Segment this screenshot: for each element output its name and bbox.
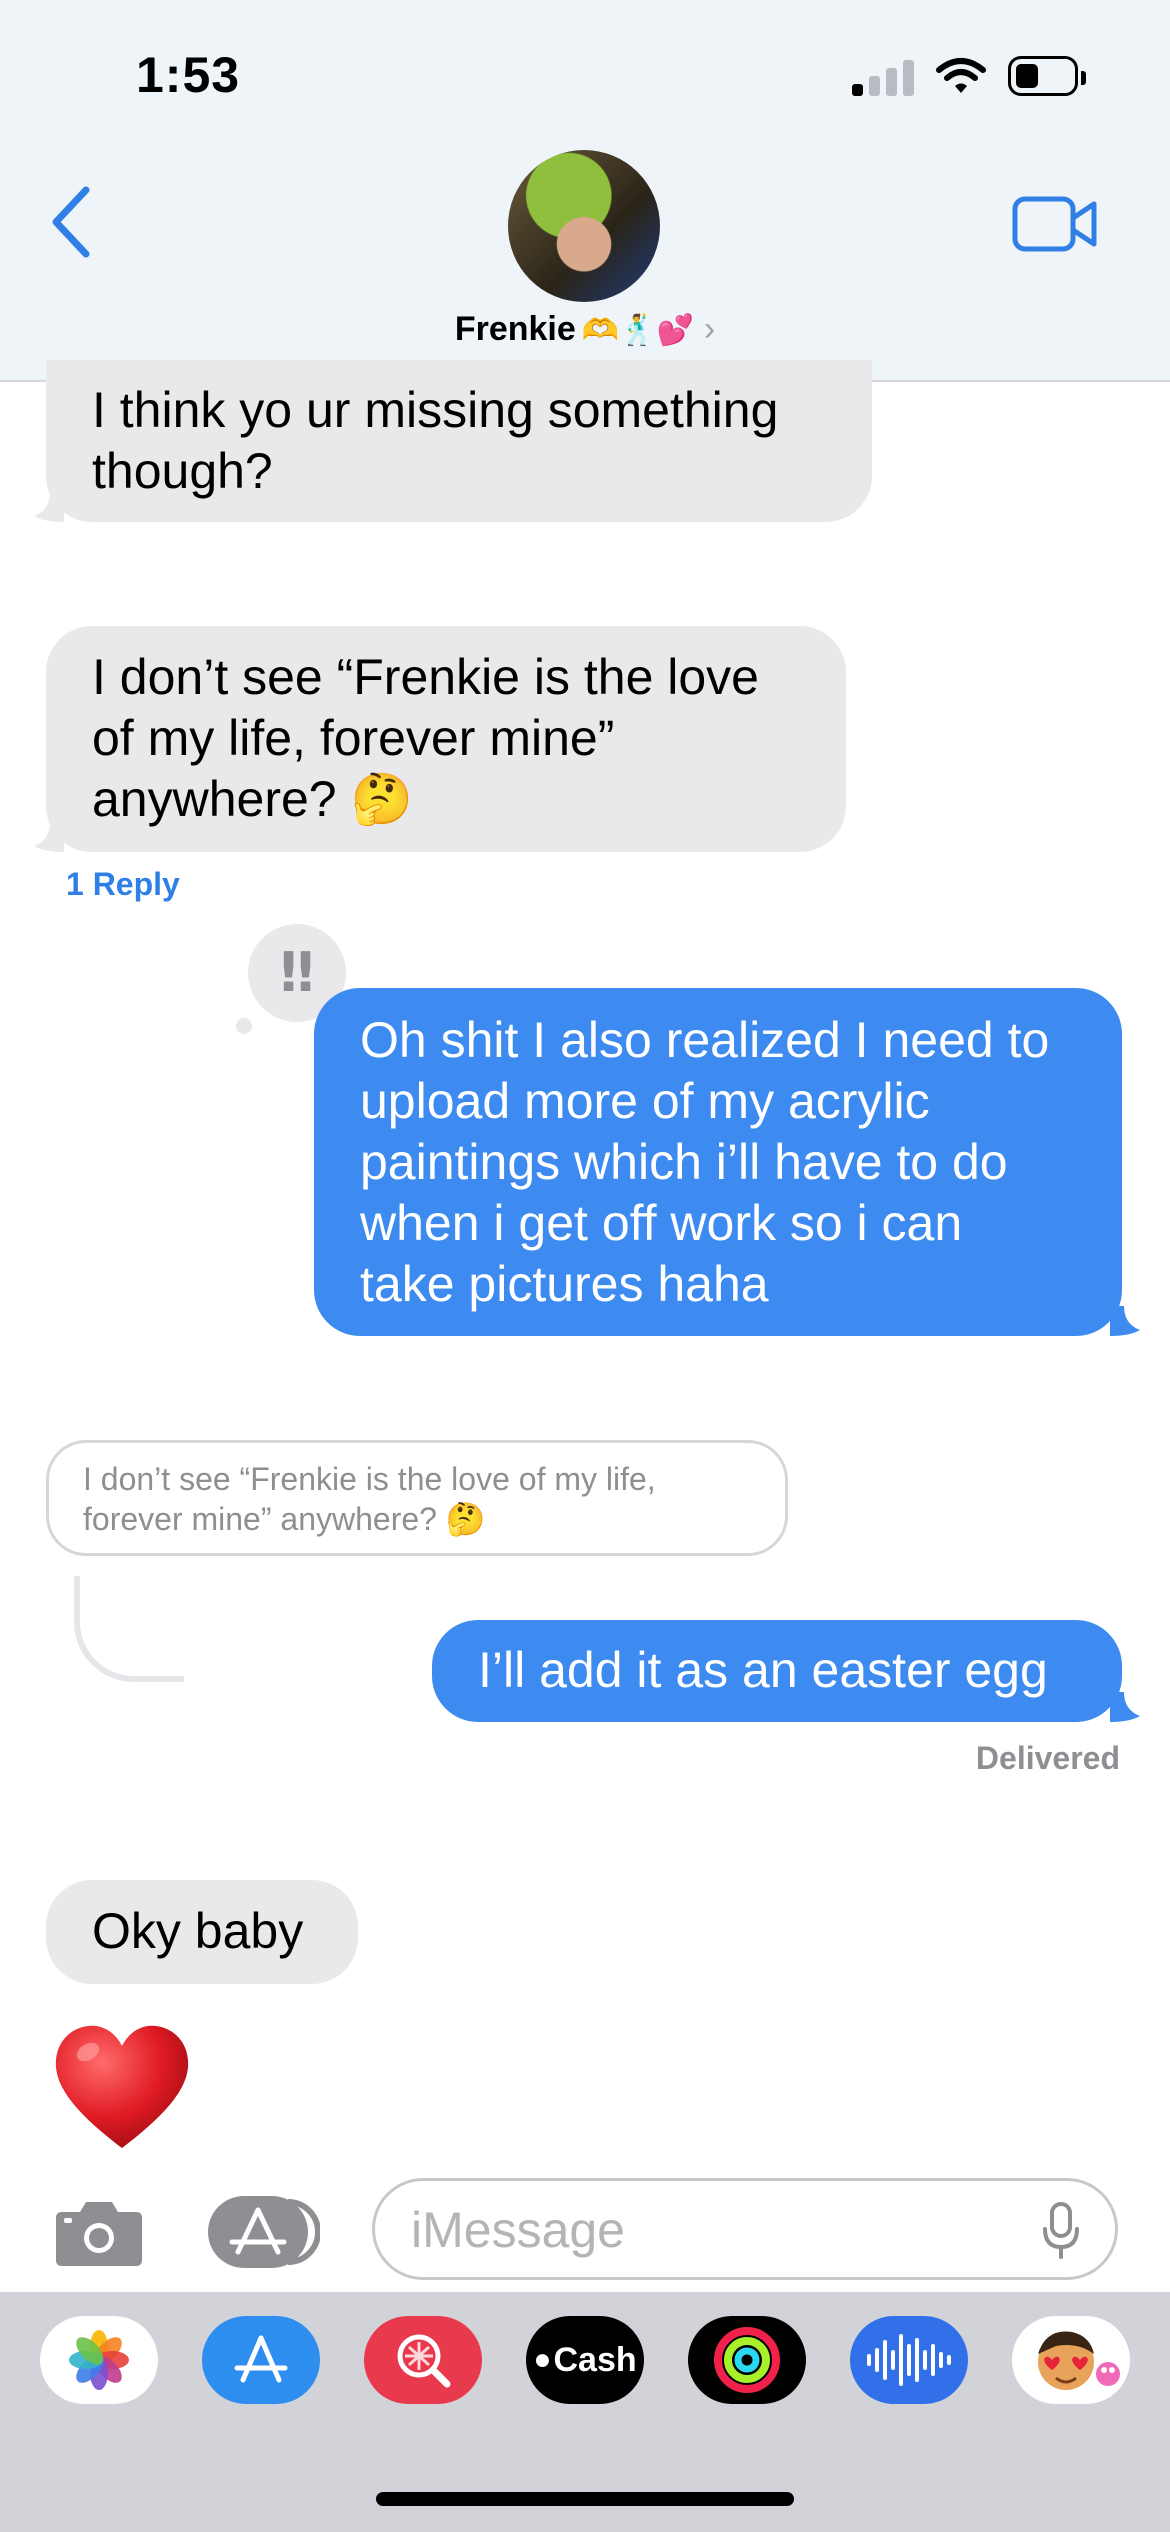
delivery-status: Delivered (975, 1740, 1120, 1776)
message-bubble-received[interactable]: Oky baby (46, 1880, 358, 1984)
message-bubble-received[interactable]: I don’t see “Frenkie is the love of my l… (46, 626, 846, 852)
wifi-icon (936, 58, 986, 93)
contact-name-emojis: 🫶🕺💕 (581, 314, 694, 347)
reply-thread-connector (74, 1576, 184, 1682)
message-text-line: take pictures haha (360, 1256, 769, 1312)
message-text-line: upload more of my acrylic (360, 1073, 930, 1129)
quoted-text-line: forever mine” anywhere? 🤔 (83, 1501, 486, 1537)
audio-message-icon[interactable] (850, 2316, 968, 2404)
apple-cash-icon[interactable]: ● Cash (526, 2316, 644, 2404)
home-indicator[interactable] (376, 2492, 794, 2506)
quoted-text-line: I don’t see “Frenkie is the love of my l… (83, 1461, 656, 1497)
status-time: 1:53 (136, 47, 241, 103)
memoji-stickers-icon[interactable] (1012, 2316, 1130, 2404)
microphone-icon[interactable] (1041, 2201, 1081, 2261)
bubble-tail (34, 822, 64, 852)
message-text-line: when i get off work so i can (360, 1195, 963, 1251)
quoted-reply-preview[interactable]: I don’t see “Frenkie is the love of my l… (46, 1440, 788, 1556)
message-text-line: Oh shit I also realized I need to (360, 1012, 1050, 1068)
heart-emoji-message[interactable] (52, 2022, 192, 2152)
bubble-tail (34, 492, 64, 522)
contact-avatar[interactable] (508, 150, 660, 302)
contact-name: Frenkie (454, 310, 576, 348)
chevron-right-icon: › (703, 310, 716, 348)
contact-name-button[interactable]: Frenkie 🫶🕺💕 › (0, 310, 1170, 349)
app-store-apps-icon[interactable] (208, 2196, 320, 2268)
bubble-tail (1110, 1306, 1140, 1336)
conversation-header: 1:53 Frenkie 🫶🕺💕 › (0, 0, 1170, 382)
cellular-signal-icon (852, 58, 916, 96)
message-bubble-received[interactable]: I think yo ur missing something though? (46, 360, 872, 522)
camera-icon[interactable] (54, 2196, 144, 2268)
app-store-icon[interactable] (202, 2316, 320, 2404)
apple-cash-label: Cash (553, 2340, 637, 2379)
message-text-line: paintings which i’ll have to do (360, 1134, 1008, 1190)
activity-rings-icon[interactable] (688, 2316, 806, 2404)
tapback-bubble-tail (236, 1018, 252, 1034)
thread-reply-count-link[interactable]: 1 Reply (66, 866, 180, 903)
message-bubble-sent[interactable]: I’ll add it as an easter egg (432, 1620, 1122, 1722)
images-search-icon[interactable] (364, 2316, 482, 2404)
facetime-video-icon[interactable] (1012, 196, 1098, 252)
imessage-text-field[interactable]: iMessage (372, 2178, 1118, 2280)
message-text-line: I don’t see “Frenkie is the love (92, 649, 759, 705)
message-text-line: of my life, forever mine” (92, 710, 615, 766)
message-text-line: I think yo ur missing something (92, 382, 779, 438)
back-chevron-icon[interactable] (44, 182, 104, 262)
message-text-line: though? (92, 443, 273, 499)
imessage-placeholder: iMessage (411, 2202, 625, 2258)
apple-logo-icon: ● (533, 2343, 552, 2376)
photos-icon[interactable] (40, 2316, 158, 2404)
message-text-line: anywhere? 🤔 (92, 771, 413, 827)
message-text-line: I’ll add it as an easter egg (478, 1642, 1048, 1698)
message-text-line: Oky baby (92, 1903, 304, 1959)
battery-icon (1008, 56, 1086, 96)
message-bubble-sent[interactable]: Oh shit I also realized I need to upload… (314, 988, 1122, 1336)
bubble-tail (1110, 1692, 1140, 1722)
